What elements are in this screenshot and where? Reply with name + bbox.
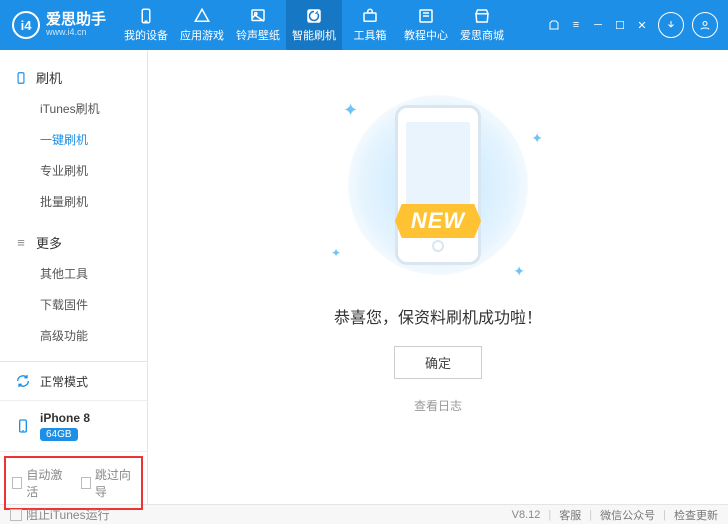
top-nav: 我的设备 应用游戏 铃声壁纸 智能刷机 工具箱 教程中心 爱思商城 bbox=[118, 0, 542, 50]
wechat-link[interactable]: 微信公众号 bbox=[600, 507, 655, 523]
toolbox-icon bbox=[361, 7, 379, 25]
group-title: 更多 bbox=[36, 233, 62, 252]
brand-subtitle: www.i4.cn bbox=[46, 28, 106, 38]
sidebar-item-oneclick-flash[interactable]: 一键刷机 bbox=[0, 124, 147, 155]
logo-badge: i4 bbox=[12, 11, 40, 39]
user-icon[interactable] bbox=[692, 12, 718, 38]
status-bar: 阻止iTunes运行 V8.12 | 客服 | 微信公众号 | 检查更新 bbox=[0, 504, 728, 524]
sidebar-item-other-tools[interactable]: 其他工具 bbox=[0, 258, 147, 289]
support-link[interactable]: 客服 bbox=[559, 507, 581, 523]
view-log-link[interactable]: 查看日志 bbox=[414, 397, 462, 414]
sidebar-item-batch-flash[interactable]: 批量刷机 bbox=[0, 186, 147, 217]
book-icon bbox=[417, 7, 435, 25]
app-header: i4 爱思助手 www.i4.cn 我的设备 应用游戏 铃声壁纸 智能刷机 工具… bbox=[0, 0, 728, 50]
menu-lines-icon: ≡ bbox=[14, 236, 28, 250]
auto-activate-checkbox[interactable]: 自动激活 bbox=[12, 466, 67, 500]
nav-store[interactable]: 爱思商城 bbox=[454, 0, 510, 50]
device-mode[interactable]: 正常模式 bbox=[0, 362, 147, 401]
nav-toolbox[interactable]: 工具箱 bbox=[342, 0, 398, 50]
phone-graphic bbox=[395, 105, 481, 265]
brand-title: 爱思助手 bbox=[46, 12, 106, 29]
image-icon bbox=[249, 7, 267, 25]
check-update-link[interactable]: 检查更新 bbox=[674, 507, 718, 523]
nav-ringtones[interactable]: 铃声壁纸 bbox=[230, 0, 286, 50]
success-illustration: ✦ ✦ ✦ ✦ NEW bbox=[323, 90, 553, 280]
new-ribbon: NEW bbox=[395, 204, 481, 238]
nav-tutorials[interactable]: 教程中心 bbox=[398, 0, 454, 50]
version-label: V8.12 bbox=[512, 509, 541, 521]
skin-icon[interactable] bbox=[546, 17, 562, 33]
phone-outline-icon bbox=[14, 71, 28, 85]
maximize-icon[interactable]: ☐ bbox=[612, 17, 628, 33]
close-icon[interactable]: ✕ bbox=[634, 17, 650, 33]
apps-icon bbox=[193, 7, 211, 25]
brand-logo: i4 爱思助手 www.i4.cn bbox=[0, 11, 118, 39]
sparkle-icon: ✦ bbox=[531, 130, 543, 147]
ok-button[interactable]: 确定 bbox=[394, 346, 482, 379]
refresh-icon bbox=[305, 7, 323, 25]
sidebar-item-pro-flash[interactable]: 专业刷机 bbox=[0, 155, 147, 186]
sparkle-icon: ✦ bbox=[331, 246, 341, 260]
sidebar-group-flash: 刷机 iTunes刷机 一键刷机 专业刷机 批量刷机 bbox=[0, 62, 147, 217]
device-name: iPhone 8 bbox=[40, 411, 90, 425]
mode-label: 正常模式 bbox=[40, 373, 88, 390]
success-message: 恭喜您，保资料刷机成功啦！ bbox=[334, 304, 542, 328]
sync-icon bbox=[14, 372, 32, 390]
sparkle-icon: ✦ bbox=[343, 100, 358, 121]
nav-devices[interactable]: 我的设备 bbox=[118, 0, 174, 50]
minimize-icon[interactable]: ─ bbox=[590, 17, 606, 33]
sidebar: 刷机 iTunes刷机 一键刷机 专业刷机 批量刷机 ≡ 更多 其他工具 下载固… bbox=[0, 50, 148, 504]
sidebar-item-advanced[interactable]: 高级功能 bbox=[0, 320, 147, 351]
sidebar-item-download-firmware[interactable]: 下载固件 bbox=[0, 289, 147, 320]
phone-icon bbox=[137, 7, 155, 25]
flash-options-highlighted: 自动激活 跳过向导 bbox=[4, 456, 143, 510]
content-area: ✦ ✦ ✦ ✦ NEW 恭喜您，保资料刷机成功啦！ 确定 查看日志 bbox=[148, 50, 728, 504]
nav-apps[interactable]: 应用游戏 bbox=[174, 0, 230, 50]
sidebar-group-more: ≡ 更多 其他工具 下载固件 高级功能 bbox=[0, 227, 147, 351]
group-title: 刷机 bbox=[36, 68, 62, 87]
device-storage-badge: 64GB bbox=[40, 428, 78, 441]
nav-flash[interactable]: 智能刷机 bbox=[286, 0, 342, 50]
menu-icon[interactable]: ≡ bbox=[568, 17, 584, 33]
skip-wizard-checkbox[interactable]: 跳过向导 bbox=[81, 466, 136, 500]
device-info[interactable]: iPhone 8 64GB bbox=[0, 401, 147, 452]
download-icon[interactable] bbox=[658, 12, 684, 38]
sidebar-item-itunes-flash[interactable]: iTunes刷机 bbox=[0, 93, 147, 124]
store-icon bbox=[473, 7, 491, 25]
header-controls: ≡ ─ ☐ ✕ bbox=[542, 12, 728, 38]
device-phone-icon bbox=[14, 417, 32, 435]
block-itunes-checkbox[interactable]: 阻止iTunes运行 bbox=[10, 506, 110, 523]
sparkle-icon: ✦ bbox=[513, 263, 525, 280]
